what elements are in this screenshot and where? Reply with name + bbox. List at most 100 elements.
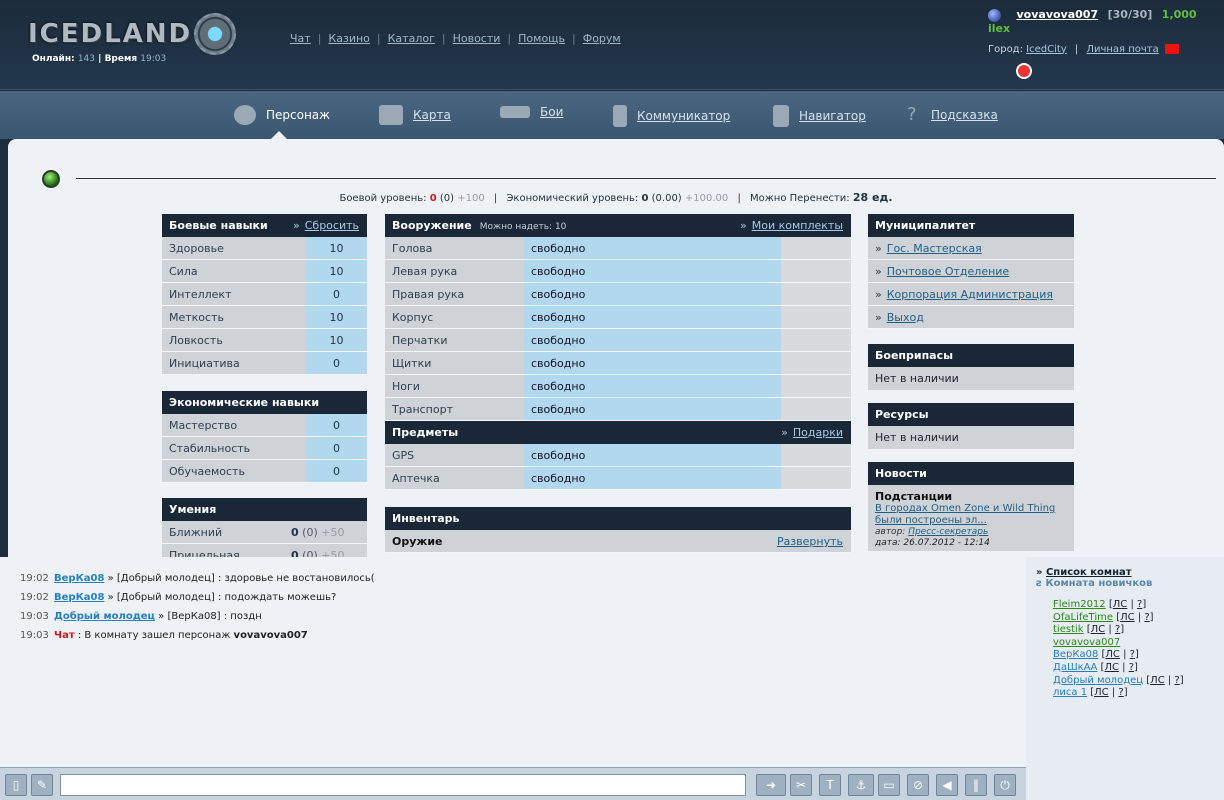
user-link[interactable]: Добрый молодец [1053, 675, 1143, 686]
room-list-link[interactable]: Список комнат [1046, 567, 1132, 578]
user-orb-icon [988, 8, 1001, 22]
room-user: ДаШкАА [ЛС | ?] [1053, 661, 1138, 673]
info-link[interactable]: ? [1118, 687, 1123, 698]
workshop-link[interactable]: Гос. Мастерская [887, 242, 982, 255]
menu-catalog[interactable]: Каталог [388, 32, 435, 45]
menu-forum[interactable]: Форум [583, 32, 621, 45]
nav-character[interactable]: Персонаж [234, 105, 330, 125]
user-link[interactable]: OfaLifeTime [1053, 612, 1113, 623]
mail-link[interactable]: Личная почта [1086, 44, 1158, 55]
monitor-icon[interactable]: ▭ [878, 774, 900, 796]
user-name[interactable]: vovavova007 [1017, 8, 1099, 21]
slot-row[interactable]: Перчатки свободно [385, 329, 851, 352]
nav-label[interactable]: Коммуникатор [637, 109, 730, 123]
slot-row[interactable]: GPS свободно [385, 444, 851, 467]
nav-fights[interactable]: Бои [500, 105, 563, 119]
pm-link[interactable]: ЛС [1104, 662, 1119, 673]
info-link[interactable]: ? [1144, 612, 1149, 623]
pm-link[interactable]: ЛС [1150, 675, 1165, 686]
skill-name: Сила [162, 260, 306, 282]
info-link[interactable]: ? [1115, 624, 1120, 635]
nav-map[interactable]: Карта [379, 105, 451, 125]
slot-row[interactable]: Голова свободно [385, 237, 851, 260]
admin-corp-link[interactable]: Корпорация Администрация [887, 288, 1053, 301]
nav-label[interactable]: Навигатор [799, 109, 866, 123]
nav-label[interactable]: Подсказка [931, 108, 998, 122]
pm-link[interactable]: ЛС [1120, 612, 1135, 623]
msg-nick[interactable]: ВерКа08 [54, 592, 104, 603]
slot-row[interactable]: Транспорт свободно [385, 398, 851, 421]
info-link[interactable]: ? [1129, 662, 1134, 673]
slot-row[interactable]: Аптечка свободно [385, 467, 851, 490]
skill-row: Стабильность 0 [162, 437, 367, 460]
slot-row[interactable]: Правая рука свободно [385, 283, 851, 306]
slot-row[interactable]: Ноги свободно [385, 375, 851, 398]
mail-icon[interactable] [1164, 43, 1179, 54]
user-link[interactable]: лиса 1 [1053, 687, 1087, 698]
menu-casino[interactable]: Казино [328, 32, 369, 45]
block-icon[interactable]: ⊘ [907, 774, 929, 796]
menu-chat[interactable]: Чат [290, 32, 311, 45]
logo[interactable]: ICEDLAND [28, 13, 237, 55]
ability-value: 0 [291, 526, 299, 539]
my-sets-link[interactable]: Мои комплекты [752, 219, 843, 232]
expand-link[interactable]: Развернуть [777, 530, 843, 553]
post-office-link[interactable]: Почтовое Отделение [887, 265, 1009, 278]
news-author-link[interactable]: Пресс-секретарь [908, 527, 988, 537]
slot-row[interactable]: Щитки свободно [385, 352, 851, 375]
exit-link[interactable]: Выход [887, 311, 924, 324]
skill-row: Меткость 10 [162, 306, 367, 329]
info-link[interactable]: ? [1137, 599, 1142, 610]
skill-value: 0 [306, 437, 367, 459]
translit-button[interactable]: ▯ [5, 774, 27, 796]
msg-nick[interactable]: Добрый молодец [54, 611, 155, 622]
user-link[interactable]: Fleim2012 [1053, 599, 1106, 610]
city-link[interactable]: IcedCity [1026, 44, 1067, 55]
pm-link[interactable]: ЛС [1094, 687, 1109, 698]
menu-help[interactable]: Помощь [518, 32, 565, 45]
nav-navigator[interactable]: Навигатор [773, 105, 866, 127]
reset-skills-link[interactable]: Сбросить [305, 219, 359, 232]
pm-link[interactable]: ЛС [1091, 624, 1106, 635]
carry-label: Можно Перенести: [750, 193, 850, 204]
scissors-icon[interactable]: ✂ [790, 774, 812, 796]
user-link[interactable]: tiestik [1053, 624, 1084, 635]
sound-icon[interactable]: ◀ [936, 774, 958, 796]
rooms-panel: » Список комнат ƨ Комната новичков Fleim… [1026, 557, 1224, 800]
msg-who[interactable]: vovavova007 [234, 630, 308, 641]
user-link[interactable]: ВерКа08 [1053, 649, 1098, 660]
pause-icon[interactable]: ‖ [965, 774, 987, 796]
slot-value: свободно [524, 398, 781, 420]
clock-icon[interactable] [1016, 62, 1032, 79]
menu-news[interactable]: Новости [453, 32, 501, 45]
info-link[interactable]: ? [1130, 649, 1135, 660]
smiles-button[interactable]: ✎ [31, 774, 53, 796]
chat-input[interactable] [60, 774, 746, 796]
slot-row[interactable]: Корпус свободно [385, 306, 851, 329]
pm-link[interactable]: ЛС [1113, 599, 1128, 610]
send-icon[interactable]: ➜ [756, 774, 786, 796]
text-format-icon[interactable]: T [819, 774, 841, 796]
nav-label[interactable]: Бои [540, 105, 563, 119]
phone-icon [613, 105, 627, 127]
skill-value: 0 [306, 414, 367, 436]
gifts-link[interactable]: Подарки [793, 426, 843, 439]
pm-link[interactable]: ЛС [1105, 649, 1120, 660]
info-link[interactable]: ? [1174, 675, 1179, 686]
slot-row[interactable]: Левая рука свободно [385, 260, 851, 283]
power-icon[interactable]: ⏻ [994, 774, 1016, 796]
room-user: лиса 1 [ЛС | ?] [1053, 687, 1128, 699]
chat-message: 19:03 Добрый молодец » [ВерКа08] : поздн [20, 607, 1026, 626]
nav-hint[interactable]: ? Подсказка [907, 105, 998, 125]
msg-text: » [ВерКа08] : поздн [158, 611, 262, 622]
msg-nick[interactable]: ВерКа08 [54, 573, 104, 584]
nav-communicator[interactable]: Коммуникатор [613, 105, 730, 127]
news-item-link[interactable]: В городах Omen Zone и Wild Thing были по… [875, 503, 1067, 527]
nav-label[interactable]: Карта [413, 108, 451, 122]
msg-text: : В комнату зашел персонаж [77, 630, 231, 641]
anchor-icon[interactable]: ⚓ [848, 774, 874, 796]
user-link[interactable]: vovavova007 [1053, 637, 1120, 648]
slot-name: Перчатки [385, 329, 524, 351]
room-name: Комната новичков [1045, 578, 1153, 589]
user-link[interactable]: ДаШкАА [1053, 662, 1097, 673]
